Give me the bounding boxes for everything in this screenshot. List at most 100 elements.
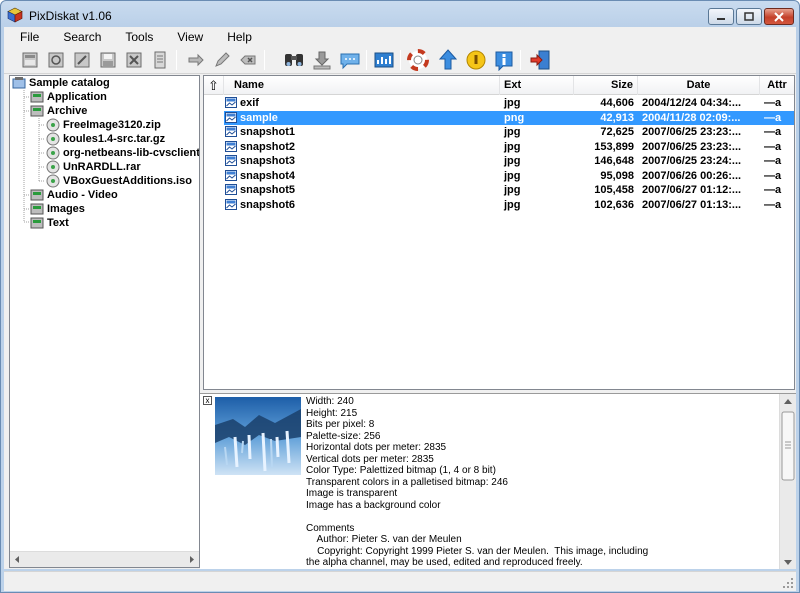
preview-panel: x Width: 240 Height: 215 Bits per pixel: 8…	[200, 393, 796, 569]
file-row[interactable]: snapshot6 jpg 102,636 2007/06/27 01:13:... —…	[204, 198, 794, 212]
menu-help[interactable]: Help	[211, 30, 260, 44]
statistics-icon	[374, 52, 394, 68]
file-attr: —a	[764, 184, 782, 196]
tree-root-label: Sample catalog	[29, 77, 110, 89]
catalog-root-icon	[12, 77, 26, 89]
toolbar-separator	[400, 50, 401, 70]
toolbar-separator	[264, 50, 265, 70]
search-button[interactable]	[282, 48, 306, 72]
file-row[interactable]: snapshot3 jpg 146,648 2007/06/25 23:24:... —…	[204, 154, 794, 168]
resize-grip-icon[interactable]	[782, 577, 794, 589]
close-button[interactable]	[764, 8, 794, 25]
tree-item-unrar[interactable]: UnRARDLL.rar	[46, 160, 141, 174]
close-preview-button[interactable]: x	[203, 396, 212, 405]
file-list[interactable]: ⇧ Name Ext Size Date Attr exif jpg 44,606 2…	[203, 75, 795, 390]
column-header-size[interactable]: Size	[574, 76, 638, 95]
tree-item-application[interactable]: Application	[30, 90, 107, 104]
delete-catalog-button[interactable]	[122, 48, 146, 72]
file-row[interactable]: snapshot2 jpg 153,899 2007/06/25 23:23:... —…	[204, 140, 794, 154]
save-catalog-button[interactable]	[96, 48, 120, 72]
tree-horizontal-scrollbar[interactable]	[10, 551, 199, 567]
update-button[interactable]	[436, 48, 460, 72]
move-button[interactable]	[184, 48, 208, 72]
new-catalog-button[interactable]	[18, 48, 42, 72]
tree-item-text[interactable]: Text	[30, 216, 69, 230]
column-header-ext[interactable]: Ext	[500, 76, 574, 95]
remove-button[interactable]	[236, 48, 260, 72]
tree-item-label: koules1.4-src.tar.gz	[63, 133, 166, 145]
tree-item-audio-video[interactable]: Audio - Video	[30, 188, 118, 202]
column-header-attr[interactable]: Attr	[760, 76, 794, 95]
download-button[interactable]	[310, 48, 334, 72]
preview-vertical-scrollbar[interactable]	[779, 394, 796, 569]
file-size: 95,098	[600, 169, 634, 182]
menu-file[interactable]: File	[4, 30, 47, 44]
help-button[interactable]	[406, 48, 430, 72]
menu-view[interactable]: View	[161, 30, 211, 44]
catalog-properties-button[interactable]	[148, 48, 172, 72]
tree-item-freeimage[interactable]: FreeImage3120.zip	[46, 118, 161, 132]
info-line: Author: Pieter S. van der Meulen	[306, 534, 462, 545]
catalog-save-icon	[100, 52, 116, 68]
menu-bar: File Search Tools View Help	[4, 27, 796, 47]
info-line: Comments	[306, 522, 355, 534]
tip-button[interactable]	[464, 48, 488, 72]
info-line	[306, 511, 776, 523]
file-date: 2007/06/27 01:13:...	[642, 198, 742, 211]
edit-catalog-button[interactable]	[70, 48, 94, 72]
file-row[interactable]: exif jpg 44,606 2004/12/24 04:34:... —a	[204, 96, 794, 110]
image-file-icon	[225, 169, 237, 181]
menu-search[interactable]: Search	[47, 30, 109, 44]
file-row[interactable]: snapshot1 jpg 72,625 2007/06/25 23:23:... —a	[204, 125, 794, 139]
comment-button[interactable]	[338, 48, 362, 72]
file-ext: jpg	[504, 184, 521, 196]
file-row[interactable]: snapshot5 jpg 105,458 2007/06/27 01:12:... —…	[204, 183, 794, 197]
tree-root[interactable]: Sample catalog	[12, 76, 110, 90]
image-info-text: Width: 240 Height: 215 Bits per pixel: 8 Pa…	[306, 396, 776, 569]
info-coin-icon	[466, 50, 486, 70]
file-attr: —a	[764, 140, 782, 153]
info-line: Height: 215	[306, 407, 358, 419]
exit-button[interactable]	[528, 48, 552, 72]
exit-door-icon	[530, 50, 550, 70]
file-ext: jpg	[504, 198, 521, 211]
info-line: Width: 240	[306, 396, 354, 407]
disk-icon	[30, 189, 44, 201]
info-line: Horizontal dots per meter: 2835	[306, 442, 447, 453]
image-thumbnail	[215, 397, 301, 475]
remove-item-icon	[240, 55, 256, 65]
update-arrow-icon	[438, 49, 458, 70]
minimize-button[interactable]	[708, 8, 734, 25]
file-size: 153,899	[594, 140, 634, 153]
up-folder-button[interactable]: ⇧	[204, 76, 224, 95]
info-line: Color Type: Palettized bitmap (1, 4 or 8…	[306, 465, 496, 476]
minimize-icon	[717, 17, 725, 20]
maximize-button[interactable]	[736, 8, 762, 25]
catalog-tree[interactable]: Sample catalog Application Archive FreeI…	[9, 75, 200, 568]
rename-button[interactable]	[210, 48, 234, 72]
file-row[interactable]: sample png 42,913 2004/11/28 02:09:... —a	[204, 110, 794, 125]
catalog-edit-icon	[74, 52, 90, 68]
statistics-button[interactable]	[372, 48, 396, 72]
file-name: exif	[240, 97, 259, 109]
toolbar-separator	[176, 50, 177, 70]
title-bar[interactable]: PixDiskat v1.06	[1, 1, 799, 29]
column-header-date[interactable]: Date	[638, 76, 760, 95]
tree-item-label: Images	[47, 203, 85, 215]
archive-disc-icon	[46, 160, 60, 174]
file-row[interactable]: snapshot4 jpg 95,098 2007/06/26 00:26:... —a	[204, 169, 794, 183]
about-button[interactable]	[492, 48, 516, 72]
column-header-name[interactable]: Name	[224, 76, 500, 95]
tree-item-vbox[interactable]: VBoxGuestAdditions.iso	[46, 174, 192, 188]
menu-tools[interactable]: Tools	[109, 30, 161, 44]
tree-item-archive[interactable]: Archive	[30, 104, 87, 118]
scan-catalog-button[interactable]	[44, 48, 68, 72]
tree-item-images[interactable]: Images	[30, 202, 85, 216]
file-attr: —a	[764, 126, 782, 138]
file-date: 2007/06/27 01:12:...	[642, 184, 742, 196]
list-header: ⇧ Name Ext Size Date Attr	[204, 76, 794, 95]
tree-item-netbeans[interactable]: org-netbeans-lib-cvsclient.j	[46, 146, 199, 160]
file-size: 102,636	[594, 198, 634, 211]
tree-item-koules[interactable]: koules1.4-src.tar.gz	[46, 132, 165, 146]
file-attr: —a	[764, 97, 782, 109]
